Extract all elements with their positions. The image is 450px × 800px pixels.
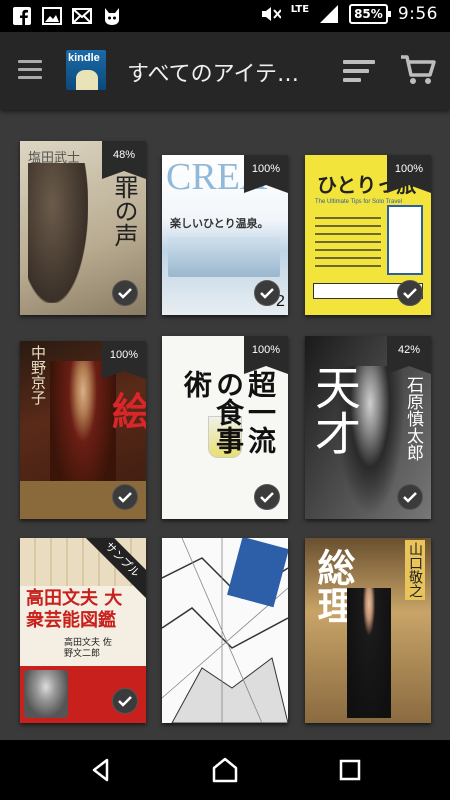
kindle-logo: kindle	[66, 50, 106, 90]
cat-app-icon	[102, 6, 122, 26]
book-title: 高田文夫 大衆芸能図鑑	[26, 588, 123, 631]
downloaded-check-icon	[397, 484, 423, 510]
downloaded-check-icon	[254, 484, 280, 510]
signal-icon	[319, 4, 339, 24]
sort-icon[interactable]	[343, 60, 375, 82]
menu-icon[interactable]	[18, 60, 42, 80]
book-tile[interactable]: CREA 楽しいひとり温泉。 2 100%	[162, 155, 288, 315]
book-authors: 高田文夫 佐野文二郎	[64, 638, 112, 659]
book-tile[interactable]: 天才 石原慎太郎 42%	[305, 336, 431, 519]
downloaded-check-icon	[112, 688, 138, 714]
book-title: 罪の声	[110, 175, 138, 247]
book-author: 中野京子	[29, 345, 47, 405]
progress-badge: 100%	[387, 155, 431, 193]
clock: 9:56	[397, 4, 438, 24]
cover-manga-art	[162, 538, 288, 723]
downloaded-check-icon	[397, 280, 423, 306]
system-nav-bar	[0, 740, 450, 800]
recents-icon[interactable]	[335, 755, 365, 785]
book-grid: 塩田武士 罪の声 48% CREA 楽しいひとり温泉。 2 100% ひとりっ旅…	[0, 110, 450, 740]
book-title: 超一流の食事術	[180, 370, 277, 454]
lte-label: LTE	[290, 3, 310, 15]
facebook-icon	[12, 6, 32, 26]
book-tile[interactable]: 総理 山口敬之	[305, 538, 431, 723]
library-filter-title[interactable]: すべてのアイテ…	[127, 56, 327, 88]
progress-badge: 100%	[102, 341, 146, 379]
book-tile[interactable]: 中野京子 絵 100%	[20, 341, 146, 519]
app-bar: kindle すべてのアイテ…	[0, 32, 450, 110]
mute-icon	[261, 4, 281, 24]
cover-photo	[168, 237, 280, 277]
book-author: 山口敬之	[405, 540, 425, 600]
book-title: 絵	[112, 389, 146, 434]
progress-badge: 100%	[244, 336, 288, 374]
book-tile[interactable]: サンプル 高田文夫 大衆芸能図鑑 高田文夫 佐野文二郎	[20, 538, 146, 723]
home-icon[interactable]	[210, 755, 240, 785]
downloaded-check-icon	[112, 280, 138, 306]
cover-photo	[24, 670, 68, 718]
magazine-headline: 楽しいひとり温泉。	[170, 217, 269, 230]
downloaded-check-icon	[254, 280, 280, 306]
book-tile[interactable]	[162, 538, 288, 723]
book-tile[interactable]: 超一流の食事術 100%	[162, 336, 288, 519]
progress-badge: 42%	[387, 336, 431, 374]
image-icon	[42, 6, 62, 26]
progress-badge: 100%	[244, 155, 288, 193]
book-author: 石原慎太郎	[403, 376, 423, 461]
cover-portrait	[347, 588, 391, 718]
cover-textblock	[315, 211, 381, 267]
book-tile[interactable]: ひとりっ旅 The Ultimate Tips for Solo Travel …	[305, 155, 431, 315]
kindle-logo-text: kindle	[68, 52, 100, 64]
battery-indicator: 85%	[349, 4, 391, 24]
book-title: 天才	[308, 364, 362, 456]
cover-sidebar	[387, 205, 423, 275]
book-tile[interactable]: 塩田武士 罪の声 48%	[20, 141, 146, 315]
mail-icon	[72, 6, 92, 26]
progress-badge: 48%	[102, 141, 146, 179]
back-icon[interactable]	[86, 755, 116, 785]
cart-icon[interactable]	[400, 54, 436, 86]
downloaded-check-icon	[112, 484, 138, 510]
status-bar: LTE 85% 9:56	[0, 0, 450, 32]
cover-figure	[28, 163, 88, 303]
